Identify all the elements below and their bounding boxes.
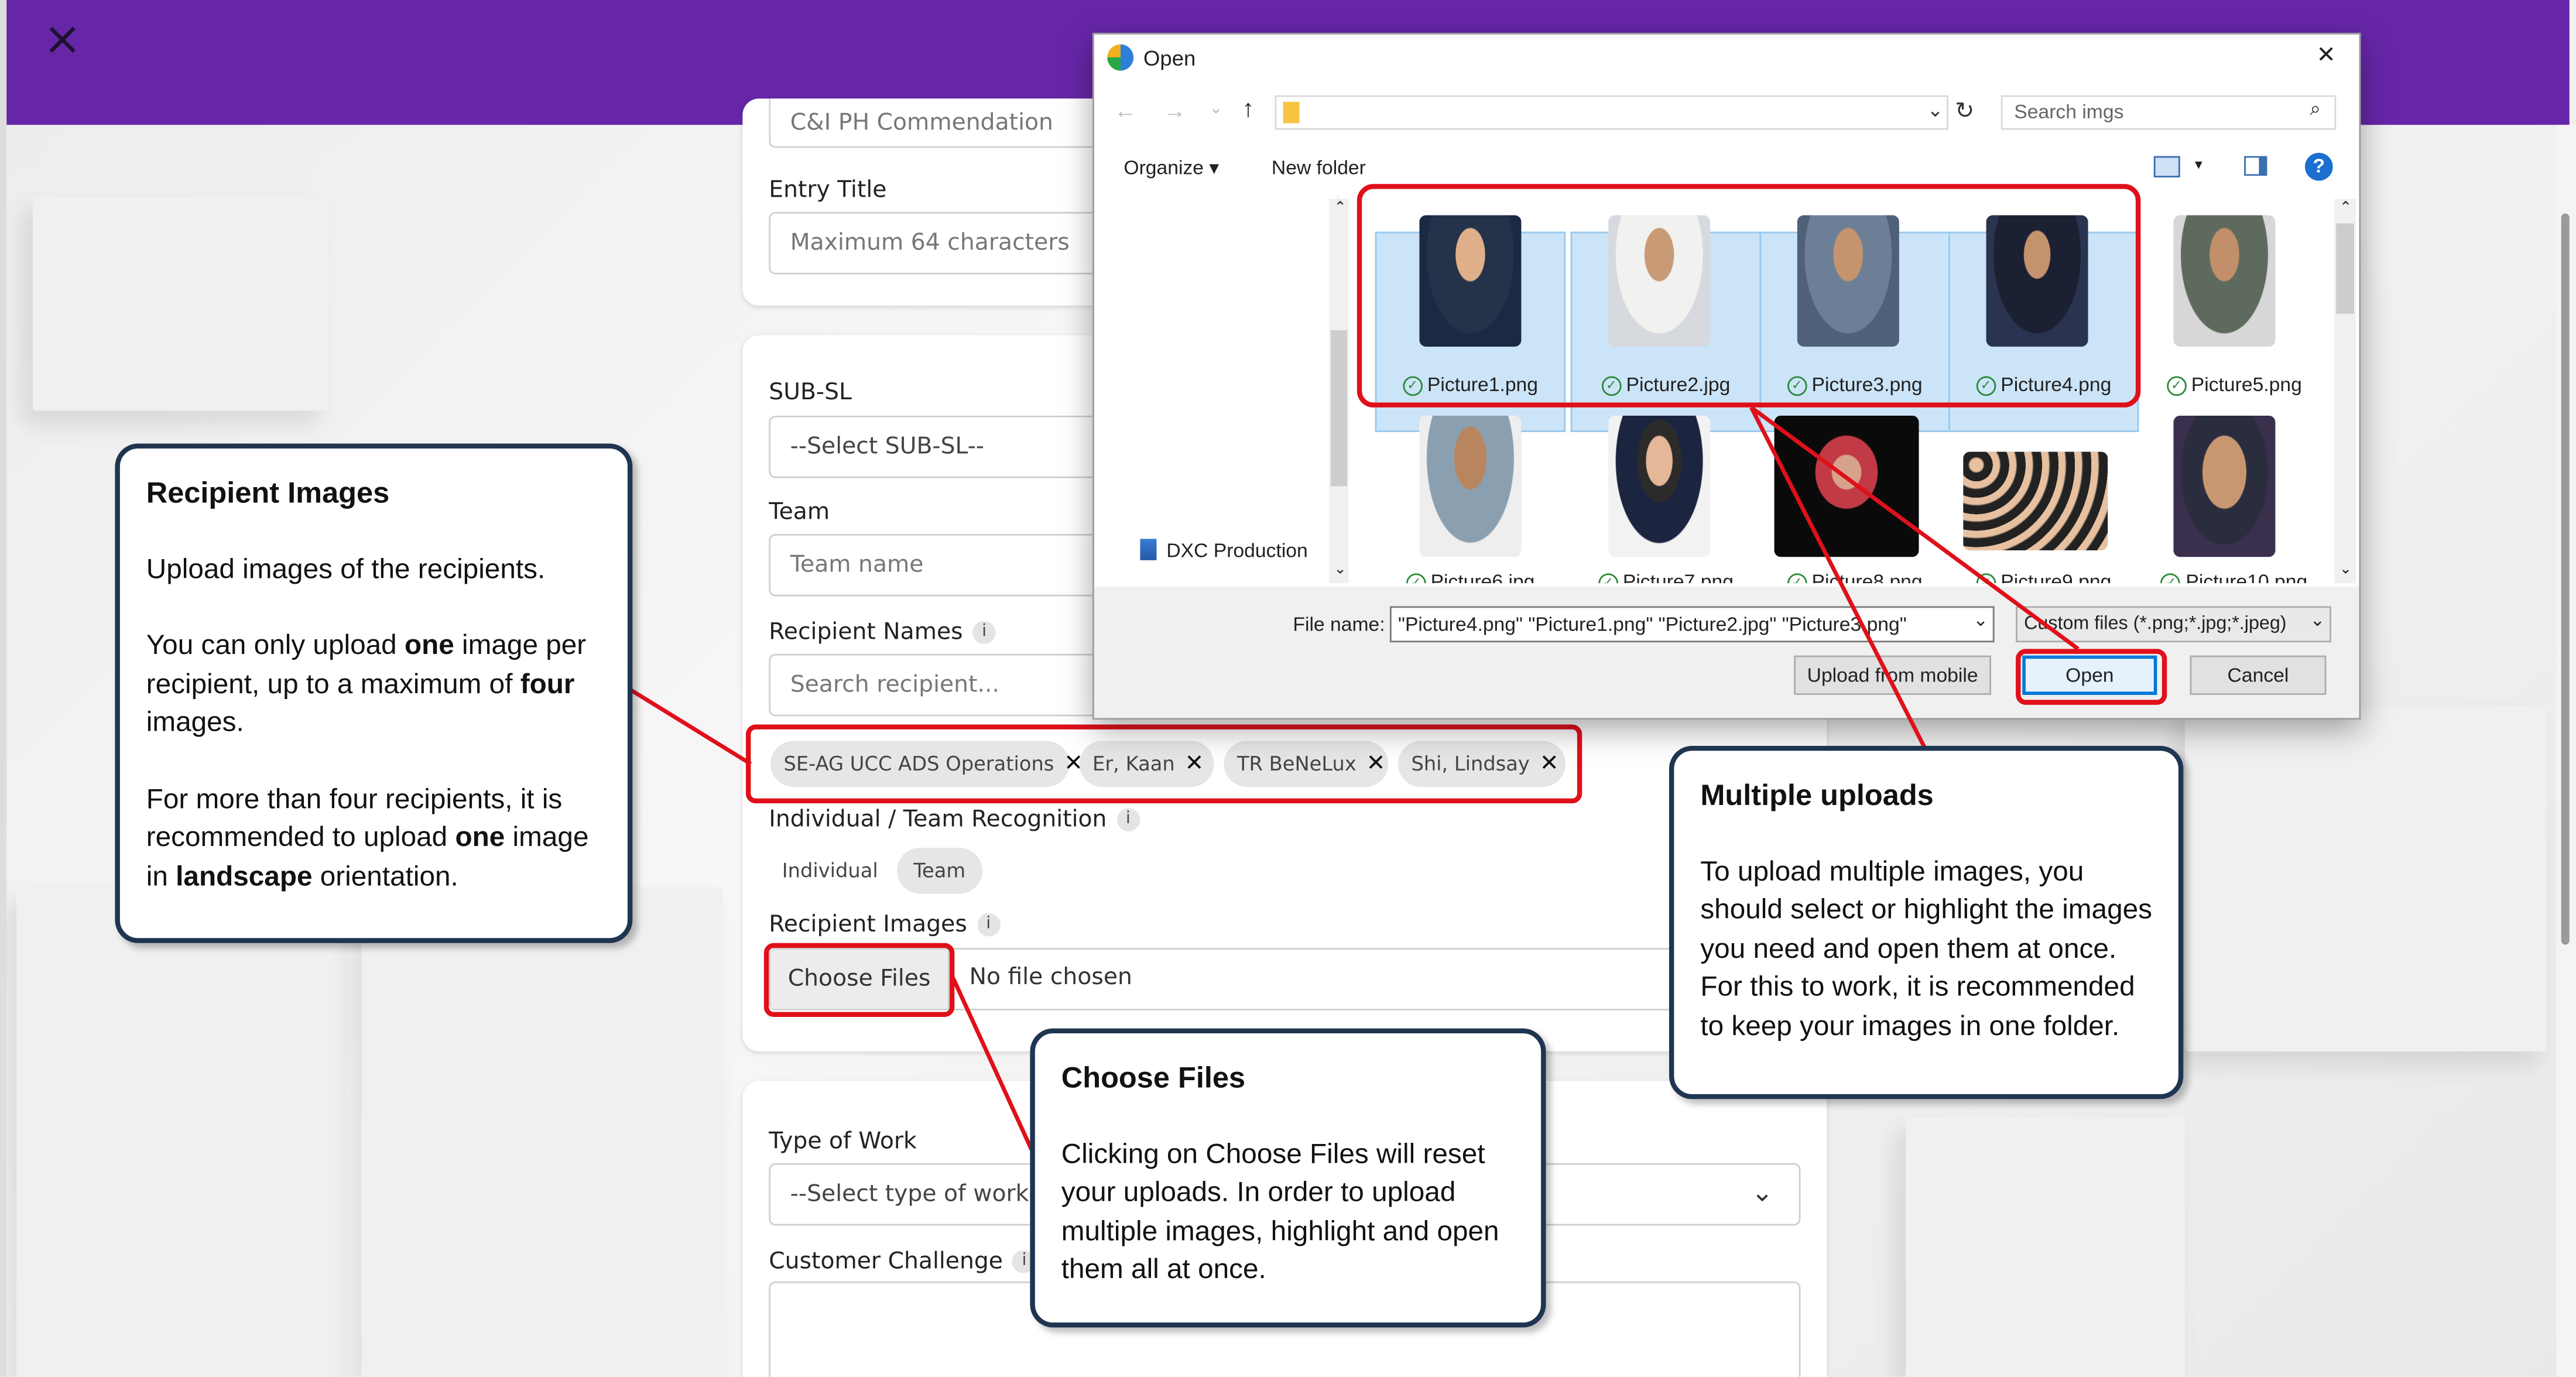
arrow-line bbox=[1750, 406, 2080, 651]
screenshot-stage: × C&I PH Commendation Entry Title Maximu… bbox=[0, 0, 2576, 1377]
callout-text: Upload images of the recipients. bbox=[146, 553, 546, 584]
arrow-line bbox=[1749, 406, 1927, 751]
arrow-line bbox=[629, 688, 752, 766]
callout-recipient-images: Recipient Images Upload images of the re… bbox=[115, 443, 633, 943]
callout-text: For more than four recipients, it is rec… bbox=[146, 783, 589, 892]
callout-text: You can only upload one image per recipi… bbox=[146, 629, 587, 738]
callout-title: Recipient Images bbox=[146, 476, 390, 509]
callout-title: Multiple uploads bbox=[1700, 779, 1934, 812]
callout-multiple-uploads: Multiple uploads To upload multiple imag… bbox=[1669, 745, 2184, 1099]
callout-choose-files: Choose Files Clicking on Choose Files wi… bbox=[1030, 1028, 1546, 1328]
callout-title: Choose Files bbox=[1061, 1061, 1246, 1094]
callout-text: Clicking on Choose Files will reset your… bbox=[1061, 1138, 1499, 1285]
callout-text: To upload multiple images, you should se… bbox=[1700, 855, 2152, 1041]
arrow-line bbox=[951, 977, 1034, 1151]
